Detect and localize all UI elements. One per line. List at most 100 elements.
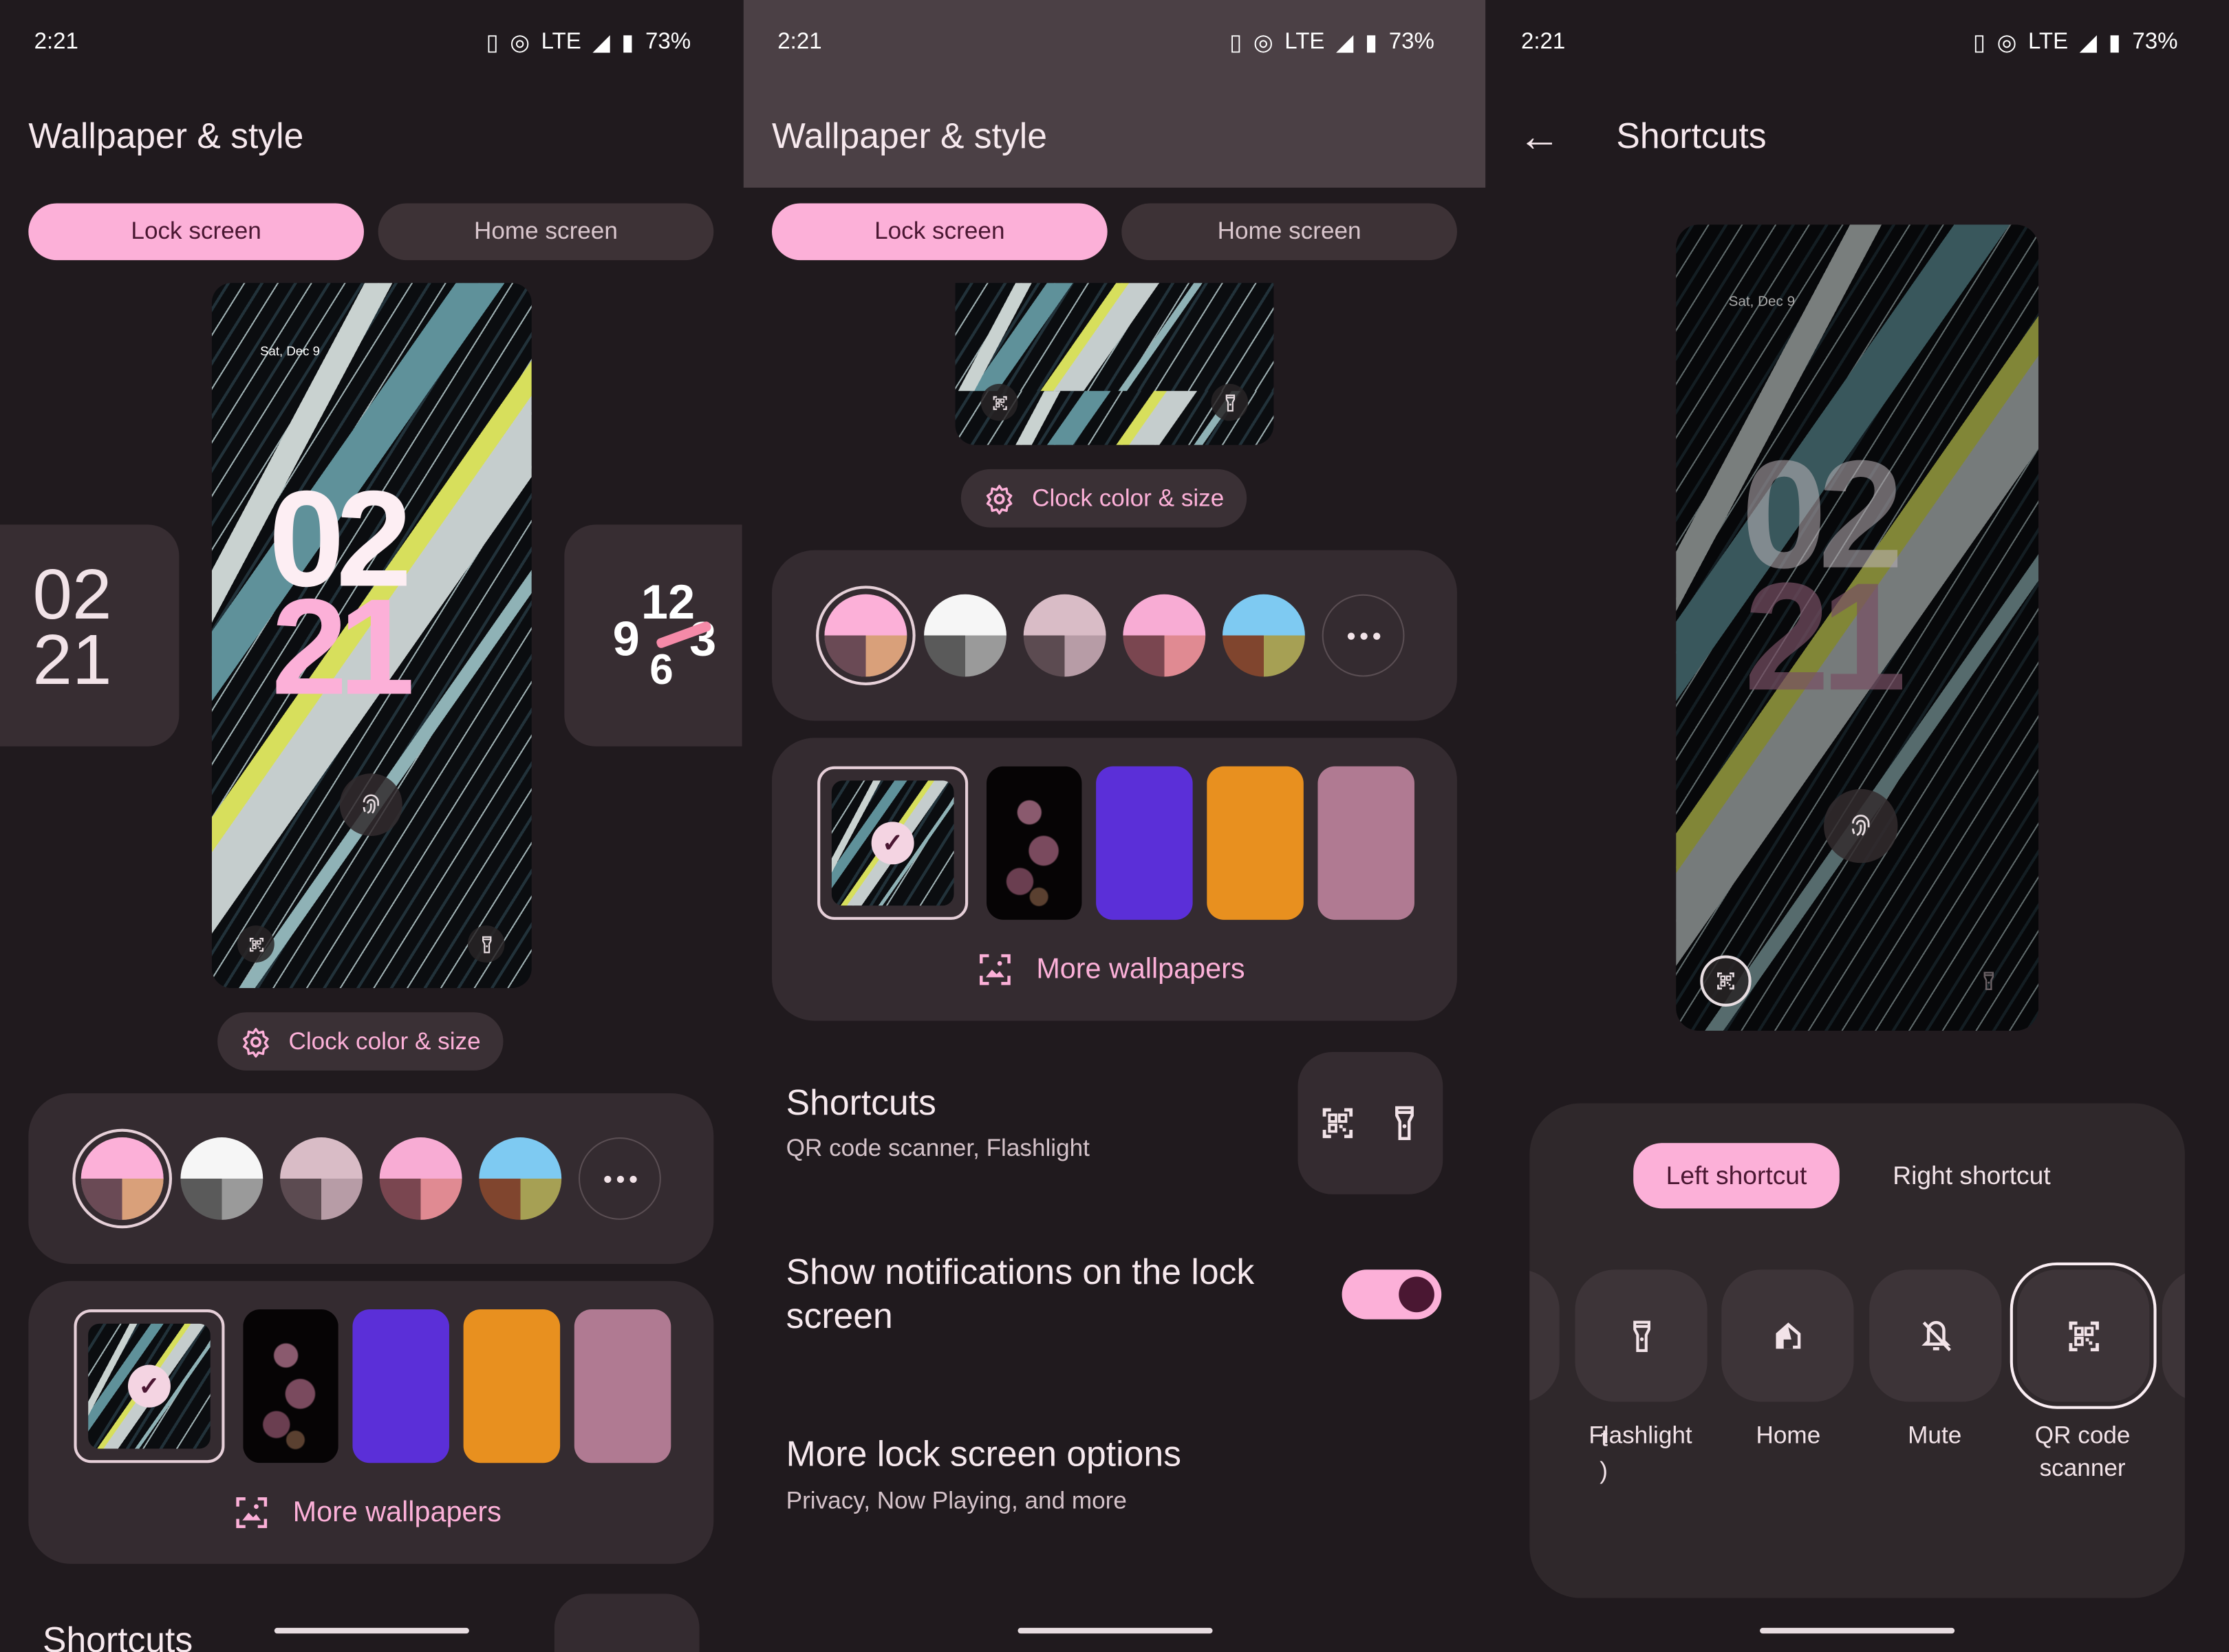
preview-date: Sat, Dec 9	[1728, 294, 1796, 310]
color-option-5[interactable]	[479, 1137, 562, 1220]
wallpaper-option-4[interactable]	[1207, 766, 1304, 920]
page-title: Shortcuts	[1616, 116, 1767, 157]
more-options-subtitle: Privacy, Now Playing, and more	[786, 1487, 1127, 1514]
color-option-1[interactable]	[80, 1137, 164, 1220]
fingerprint-icon	[1824, 789, 1898, 863]
clock-color-size-label: Clock color & size	[1032, 484, 1225, 511]
shortcut-option-flashlight[interactable]	[1575, 1269, 1708, 1402]
wallpaper-option-5[interactable]	[1317, 766, 1414, 920]
more-wallpapers-label: More wallpapers	[292, 1496, 502, 1528]
color-option-1[interactable]	[824, 594, 907, 677]
signal-icon: ◢	[2079, 31, 2098, 56]
wallpaper-option-3[interactable]	[1096, 766, 1193, 920]
clock-style-option-analog[interactable]: 12 9 3 6	[564, 524, 742, 747]
dot	[1359, 632, 1367, 639]
color-option-5[interactable]	[1223, 594, 1305, 677]
wallpaper-option-1[interactable]: ✓	[74, 1309, 225, 1463]
lock-screen-preview[interactable]	[955, 283, 1274, 445]
wallpaper-options-card: More wallpapers ✓	[28, 1280, 714, 1564]
shortcuts-setting[interactable]: Shortcuts QR code scanner, Flashlight	[744, 1052, 1486, 1194]
show-notifications-toggle[interactable]	[1342, 1269, 1442, 1320]
home-label: Home	[1756, 1422, 1821, 1449]
wallpaper-option-5[interactable]	[574, 1309, 671, 1463]
more-wallpapers-label: More wallpapers	[1036, 953, 1245, 985]
color-option-3[interactable]	[280, 1137, 363, 1220]
more-colors-button[interactable]	[1322, 594, 1405, 677]
more-wallpapers-button[interactable]: More wallpapers	[977, 951, 1245, 988]
battery-icon: ▮	[2108, 31, 2121, 56]
qr-code-icon	[1700, 955, 1752, 1007]
shortcuts-title[interactable]: Shortcuts	[43, 1621, 193, 1652]
wallpaper-option-2[interactable]	[987, 766, 1082, 920]
lock-screen-preview[interactable]: Sat, Dec 9 02 21	[211, 283, 532, 989]
nav-handle[interactable]	[1760, 1627, 1955, 1634]
color-option-3[interactable]	[1023, 594, 1106, 677]
clock-numeral-12: 12	[640, 575, 696, 630]
wallpaper-option-1[interactable]: ✓	[817, 766, 969, 920]
flashlight-icon	[1979, 971, 1999, 998]
check-icon: ✓	[127, 1364, 171, 1408]
status-time: 2:21	[777, 30, 822, 54]
clock-color-size-button[interactable]: Clock color & size	[960, 469, 1247, 528]
shortcut-option-partial[interactable]	[1529, 1269, 1560, 1402]
panel-shortcuts: 2:21 ▯ ◎ LTE ◢ ▮ 73% ← Shortcuts Sat, Dec …	[1487, 0, 2229, 1652]
check-icon: ✓	[871, 822, 914, 865]
more-colors-button[interactable]	[578, 1137, 661, 1220]
tab-home-screen[interactable]: Home screen	[378, 203, 714, 261]
dot	[1346, 632, 1355, 639]
nav-handle[interactable]	[1017, 1627, 1213, 1634]
clock-numeral-9: 9	[612, 612, 640, 667]
qr-code-scanner-label: QR code scanner	[2034, 1422, 2131, 1482]
hotspot-icon: ◎	[510, 31, 530, 56]
more-options-title: More lock screen options	[786, 1434, 1181, 1474]
shortcut-option-partial[interactable]	[2162, 1269, 2185, 1402]
clock-style-option-digital[interactable]: 02 21	[0, 524, 180, 747]
wallpaper-thumbnail: ✓	[88, 1323, 211, 1449]
vibrate-icon: ▯	[1972, 31, 1986, 56]
back-arrow-icon[interactable]: ←	[1518, 114, 1561, 162]
nav-handle[interactable]	[274, 1627, 469, 1634]
tab-home-screen[interactable]: Home screen	[1121, 203, 1457, 261]
network-type: LTE	[2027, 30, 2069, 54]
status-icons: ▯ ◎ LTE ◢ ▮ 73%	[486, 28, 691, 56]
wallpaper-option-3[interactable]	[352, 1309, 449, 1463]
tab-lock-screen[interactable]: Lock screen	[28, 203, 364, 261]
qr-code-icon	[2063, 1316, 2103, 1355]
clock-numeral-6: 6	[649, 647, 674, 694]
color-option-4[interactable]	[1123, 594, 1206, 677]
shortcut-option-qr-code-scanner[interactable]	[2017, 1269, 2150, 1402]
hotspot-icon: ◎	[1253, 31, 1273, 56]
clock-numeral-3: 3	[689, 612, 717, 667]
tab-lock-screen[interactable]: Lock screen	[772, 203, 1108, 261]
more-wallpapers-button[interactable]: More wallpapers	[233, 1494, 502, 1532]
clock-color-size-button[interactable]: Clock color & size	[217, 1012, 504, 1071]
flashlight-icon	[1386, 1105, 1423, 1142]
wallpaper-option-2[interactable]	[243, 1309, 338, 1463]
gear-icon	[984, 483, 1015, 514]
shortcuts-preview-box	[1297, 1052, 1443, 1194]
color-option-2[interactable]	[924, 594, 1006, 677]
shortcut-options: t) Flashlight Home Mute QR code scanner	[1529, 1103, 2185, 1598]
qr-code-icon	[1317, 1103, 1357, 1143]
wallpaper-thumbnail: ✓	[831, 780, 954, 906]
page-title: Wallpaper & style	[28, 116, 304, 157]
fingerprint-icon	[339, 773, 402, 836]
color-options-card	[772, 550, 1457, 721]
dot	[616, 1174, 624, 1183]
vibrate-icon: ▯	[1229, 31, 1242, 56]
status-time: 2:21	[1520, 30, 1566, 54]
shortcut-option-home[interactable]	[1721, 1269, 1854, 1402]
side-clock-hours: 02	[32, 554, 112, 634]
color-options-card	[28, 1093, 714, 1264]
shortcut-option-mute[interactable]	[1869, 1269, 2002, 1402]
color-option-4[interactable]	[379, 1137, 462, 1220]
lock-screen-preview-overlay: Sat, Dec 9 02 21	[1676, 224, 2038, 1031]
mute-icon	[1917, 1317, 1954, 1354]
color-option-2[interactable]	[180, 1137, 263, 1220]
battery-icon: ▮	[1364, 31, 1378, 56]
gear-icon	[240, 1026, 271, 1057]
more-lock-screen-options[interactable]: More lock screen options Privacy, Now Pl…	[744, 1422, 1486, 1535]
wallpaper-option-4[interactable]	[463, 1309, 561, 1463]
flashlight-icon	[1624, 1316, 1659, 1355]
dot	[603, 1174, 611, 1183]
